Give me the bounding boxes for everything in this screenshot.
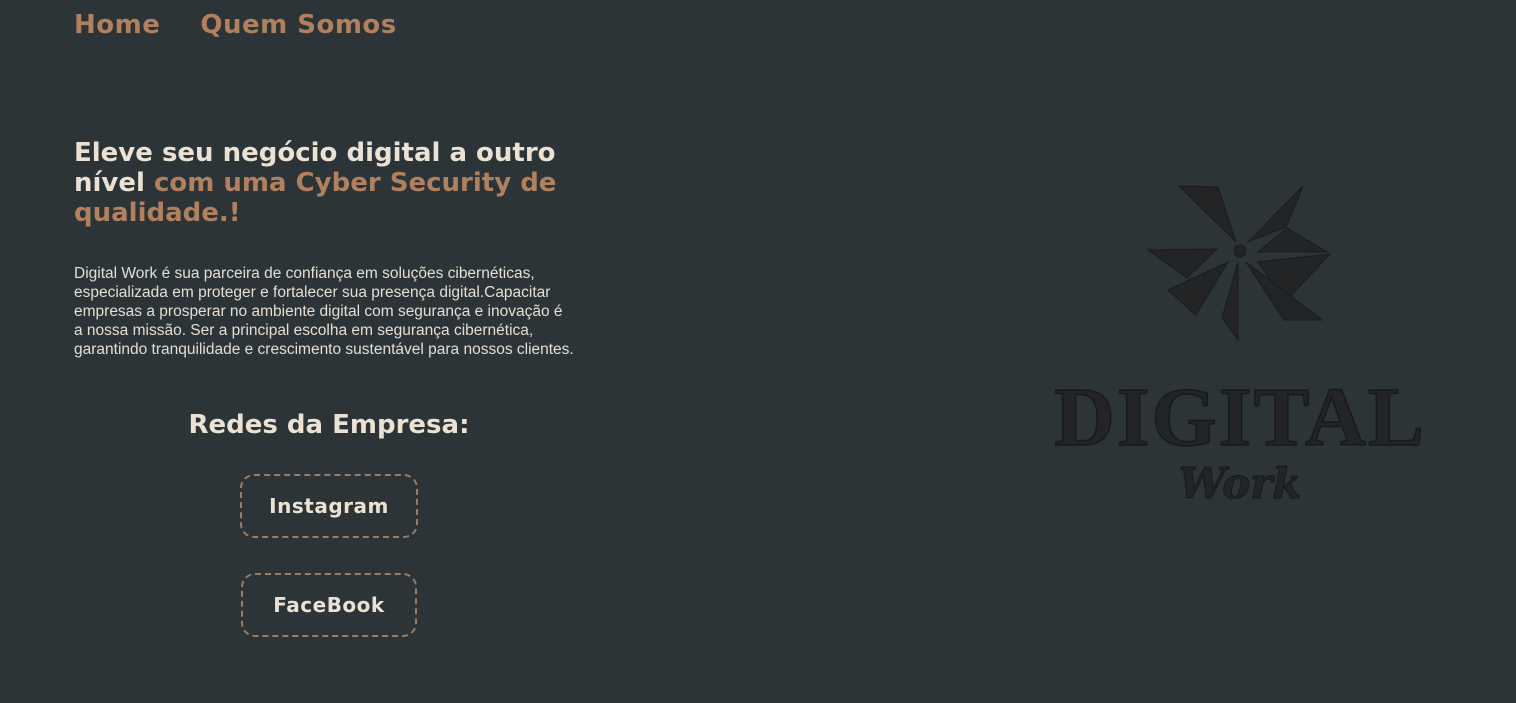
- digital-work-logo: DIGITAL Work: [1053, 185, 1426, 509]
- pinwheel-icon: [1146, 185, 1332, 342]
- logo-word-main: DIGITAL: [1054, 371, 1426, 464]
- instagram-button[interactable]: Instagram: [240, 474, 418, 538]
- nav-quem-somos-link[interactable]: Quem Somos: [200, 10, 396, 40]
- hero-title-accent: com uma Cyber Security de qualidade.!: [74, 168, 557, 228]
- logo-word-sub: Work: [1179, 459, 1302, 508]
- social-title: Redes da Empresa:: [188, 410, 470, 440]
- nav-home-link[interactable]: Home: [74, 10, 160, 40]
- hero-title: Eleve seu negócio digital a outro nível …: [74, 138, 594, 228]
- facebook-button[interactable]: FaceBook: [241, 573, 417, 637]
- company-description: Digital Work é sua parceira de confiança…: [74, 265, 574, 358]
- main-nav: Home Quem Somos: [74, 10, 397, 40]
